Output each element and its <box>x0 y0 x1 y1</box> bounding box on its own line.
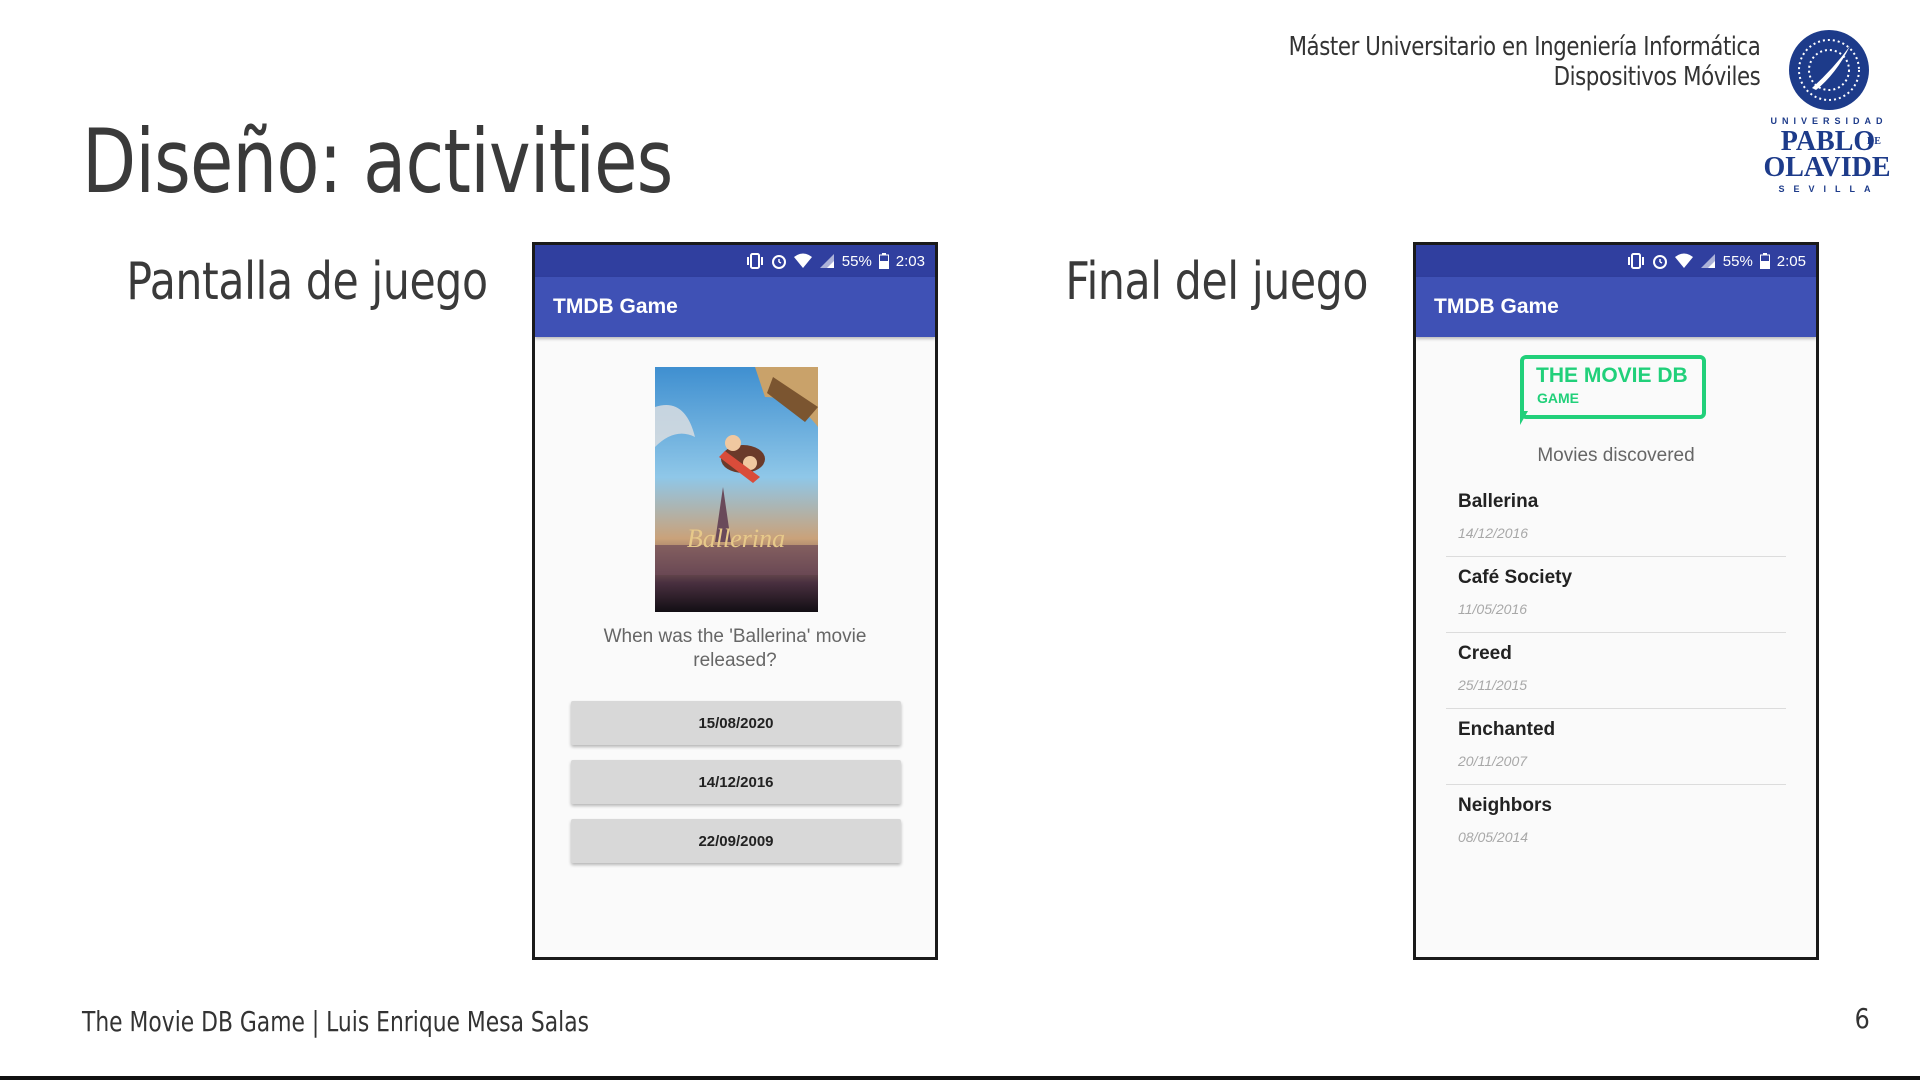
movie-date: 08/05/2014 <box>1458 829 1529 845</box>
signal-icon <box>819 254 834 268</box>
signal-icon <box>1700 254 1715 268</box>
movie-db-game-logo: THE MOVIE DB GAME <box>1520 355 1712 427</box>
app-bar: TMDB Game <box>1416 277 1816 337</box>
list-item[interactable]: Café Society 11/05/2016 <box>1446 557 1786 633</box>
wifi-icon <box>793 253 812 268</box>
movie-title: Neighbors <box>1458 795 1552 816</box>
final-screen-label: Final del juego <box>1065 252 1368 312</box>
page-number: 6 <box>1854 1002 1870 1035</box>
logo-main-text: THE MOVIE DB <box>1536 364 1688 387</box>
list-item[interactable]: Enchanted 20/11/2007 <box>1446 709 1786 785</box>
movie-date: 11/05/2016 <box>1458 601 1528 617</box>
battery-icon <box>878 253 889 269</box>
answer-button-1[interactable]: 15/08/2020 <box>571 701 901 745</box>
answer-button-3[interactable]: 22/09/2009 <box>571 819 901 863</box>
logo-name-line2: OLAVIDE <box>1764 152 1891 183</box>
app-title: TMDB Game <box>1434 295 1559 318</box>
vibrate-icon <box>1627 253 1644 269</box>
slide-footer: The Movie DB Game | Luis Enrique Mesa Sa… <box>82 1005 589 1038</box>
course-name: Máster Universitario en Ingeniería Infor… <box>1288 32 1760 62</box>
movie-title: Café Society <box>1458 567 1573 588</box>
app-title: TMDB Game <box>553 295 678 318</box>
bottom-divider <box>0 1076 1920 1080</box>
question-text: When was the 'Ballerina' movie released? <box>603 626 867 671</box>
movie-date: 14/12/2016 <box>1458 525 1529 541</box>
battery-icon <box>1759 253 1770 269</box>
course-subject: Dispositivos Móviles <box>1553 62 1760 92</box>
course-header: Máster Universitario en Ingeniería Infor… <box>1288 32 1760 92</box>
battery-percentage: 55% <box>841 252 872 270</box>
movie-date: 25/11/2015 <box>1458 677 1528 693</box>
movie-title: Ballerina <box>1458 491 1539 512</box>
logo-sub-text: GAME <box>1537 390 1579 406</box>
university-seal-icon <box>1789 30 1869 110</box>
alarm-icon <box>771 255 786 269</box>
logo-name-de: DE <box>1867 136 1881 147</box>
status-bar: 55% 2:03 <box>535 245 935 277</box>
game-screen-mockup: 55% 2:03 TMDB Game Ballerina When was th… <box>532 242 938 960</box>
vibrate-icon <box>746 253 763 269</box>
movie-title: Creed <box>1458 643 1512 664</box>
movie-poster: Ballerina <box>655 367 818 612</box>
status-time: 2:03 <box>895 252 925 270</box>
status-bar: 55% 2:05 <box>1416 245 1816 277</box>
game-screen-label: Pantalla de juego <box>126 252 489 312</box>
poster-title: Ballerina <box>687 524 785 553</box>
university-logo: UNIVERSIDAD PABLO DE OLAVIDE SEVILLA <box>1764 30 1891 194</box>
logo-speech-tail <box>1520 411 1528 425</box>
logo-top-word: UNIVERSIDAD <box>1770 116 1887 126</box>
list-item[interactable]: Creed 25/11/2015 <box>1446 633 1786 709</box>
status-time: 2:05 <box>1776 252 1806 270</box>
wifi-icon <box>1674 253 1693 268</box>
slide-title: Diseño: activities <box>82 110 673 213</box>
app-bar: TMDB Game <box>535 277 935 337</box>
logo-city: SEVILLA <box>1778 184 1879 194</box>
movie-title: Enchanted <box>1458 719 1556 740</box>
list-item[interactable]: Ballerina 14/12/2016 <box>1446 481 1786 557</box>
final-screen-mockup: 55% 2:05 TMDB Game THE MOVIE DB GAME Mov… <box>1413 242 1819 960</box>
list-item[interactable]: Neighbors 08/05/2014 <box>1446 785 1786 861</box>
movie-date: 20/11/2007 <box>1458 753 1528 769</box>
alarm-icon <box>1652 255 1667 269</box>
movies-list: Ballerina 14/12/2016 Café Society 11/05/… <box>1446 481 1786 861</box>
battery-percentage: 55% <box>1722 252 1753 270</box>
movies-discovered-title: Movies discovered <box>1537 445 1695 466</box>
poster-image: Ballerina <box>655 367 818 612</box>
answer-button-2[interactable]: 14/12/2016 <box>571 760 901 804</box>
